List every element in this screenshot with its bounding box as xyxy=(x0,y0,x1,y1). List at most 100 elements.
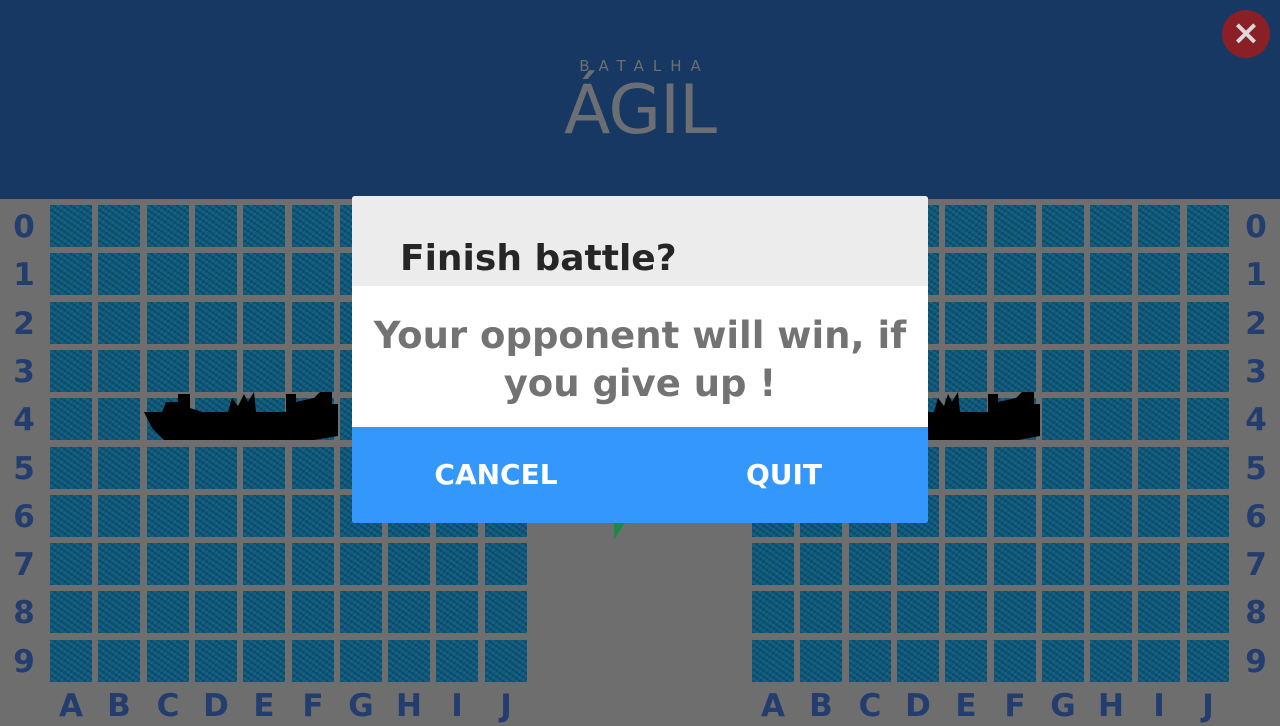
board-cell[interactable] xyxy=(98,398,140,440)
board-cell[interactable] xyxy=(1042,495,1084,537)
board-cell[interactable] xyxy=(147,495,189,537)
board-cell[interactable] xyxy=(1187,640,1229,682)
board-cell[interactable] xyxy=(50,302,92,344)
board-cell[interactable] xyxy=(243,495,285,537)
board-cell[interactable] xyxy=(752,640,794,682)
board-cell[interactable] xyxy=(1138,543,1180,585)
board-cell[interactable] xyxy=(195,640,237,682)
board-cell[interactable] xyxy=(1042,205,1084,247)
board-cell[interactable] xyxy=(147,447,189,489)
board-cell[interactable] xyxy=(195,447,237,489)
board-cell[interactable] xyxy=(292,640,334,682)
board-cell[interactable] xyxy=(195,495,237,537)
board-cell[interactable] xyxy=(897,543,939,585)
board-cell[interactable] xyxy=(195,350,237,392)
board-cell[interactable] xyxy=(1138,640,1180,682)
board-cell[interactable] xyxy=(388,543,430,585)
board-cell[interactable] xyxy=(98,591,140,633)
board-cell[interactable] xyxy=(195,253,237,295)
board-cell[interactable] xyxy=(752,543,794,585)
board-cell[interactable] xyxy=(292,302,334,344)
board-cell[interactable] xyxy=(50,350,92,392)
board-cell[interactable] xyxy=(1187,253,1229,295)
board-cell[interactable] xyxy=(1138,398,1180,440)
board-cell[interactable] xyxy=(195,543,237,585)
board-cell[interactable] xyxy=(340,640,382,682)
board-cell[interactable] xyxy=(1090,398,1132,440)
board-cell[interactable] xyxy=(1042,350,1084,392)
board-cell[interactable] xyxy=(1138,591,1180,633)
board-cell[interactable] xyxy=(50,640,92,682)
board-cell[interactable] xyxy=(98,447,140,489)
board-cell[interactable] xyxy=(945,447,987,489)
board-cell[interactable] xyxy=(195,591,237,633)
board-cell[interactable] xyxy=(147,302,189,344)
board-cell[interactable] xyxy=(1042,640,1084,682)
board-cell[interactable] xyxy=(1187,398,1229,440)
board-cell[interactable] xyxy=(1090,350,1132,392)
board-cell[interactable] xyxy=(800,591,842,633)
board-cell[interactable] xyxy=(292,495,334,537)
board-cell[interactable] xyxy=(945,205,987,247)
board-cell[interactable] xyxy=(1042,398,1084,440)
board-cell[interactable] xyxy=(340,591,382,633)
board-cell[interactable] xyxy=(50,398,92,440)
board-cell[interactable] xyxy=(98,302,140,344)
board-cell[interactable] xyxy=(1187,543,1229,585)
board-cell[interactable] xyxy=(485,591,527,633)
board-cell[interactable] xyxy=(994,302,1036,344)
board-cell[interactable] xyxy=(1187,591,1229,633)
board-cell[interactable] xyxy=(98,253,140,295)
board-cell[interactable] xyxy=(195,205,237,247)
board-cell[interactable] xyxy=(994,495,1036,537)
board-cell[interactable] xyxy=(849,591,891,633)
board-cell[interactable] xyxy=(292,591,334,633)
board-cell[interactable] xyxy=(994,543,1036,585)
board-cell[interactable] xyxy=(50,495,92,537)
board-cell[interactable] xyxy=(436,640,478,682)
board-cell[interactable] xyxy=(945,495,987,537)
board-cell[interactable] xyxy=(1138,350,1180,392)
board-cell[interactable] xyxy=(292,447,334,489)
board-cell[interactable] xyxy=(292,350,334,392)
board-cell[interactable] xyxy=(98,350,140,392)
board-cell[interactable] xyxy=(849,640,891,682)
board-cell[interactable] xyxy=(945,543,987,585)
board-cell[interactable] xyxy=(994,350,1036,392)
board-cell[interactable] xyxy=(1187,205,1229,247)
board-cell[interactable] xyxy=(436,591,478,633)
board-cell[interactable] xyxy=(1090,591,1132,633)
board-cell[interactable] xyxy=(485,543,527,585)
board-cell[interactable] xyxy=(945,350,987,392)
board-cell[interactable] xyxy=(1090,640,1132,682)
board-cell[interactable] xyxy=(147,350,189,392)
board-cell[interactable] xyxy=(243,302,285,344)
board-cell[interactable] xyxy=(1138,447,1180,489)
board-cell[interactable] xyxy=(50,591,92,633)
board-cell[interactable] xyxy=(243,591,285,633)
board-cell[interactable] xyxy=(243,205,285,247)
board-cell[interactable] xyxy=(1187,495,1229,537)
board-cell[interactable] xyxy=(340,543,382,585)
board-cell[interactable] xyxy=(243,253,285,295)
board-cell[interactable] xyxy=(1138,205,1180,247)
board-cell[interactable] xyxy=(1042,543,1084,585)
board-cell[interactable] xyxy=(147,591,189,633)
board-cell[interactable] xyxy=(388,640,430,682)
board-cell[interactable] xyxy=(1090,543,1132,585)
board-cell[interactable] xyxy=(147,253,189,295)
board-cell[interactable] xyxy=(1090,253,1132,295)
close-button[interactable]: × xyxy=(1222,10,1270,58)
board-cell[interactable] xyxy=(752,591,794,633)
board-cell[interactable] xyxy=(98,495,140,537)
quit-button[interactable]: QUIT xyxy=(640,427,928,523)
board-cell[interactable] xyxy=(485,640,527,682)
board-cell[interactable] xyxy=(1090,447,1132,489)
board-cell[interactable] xyxy=(1187,302,1229,344)
board-cell[interactable] xyxy=(994,591,1036,633)
board-cell[interactable] xyxy=(1090,205,1132,247)
board-cell[interactable] xyxy=(243,447,285,489)
board-cell[interactable] xyxy=(50,205,92,247)
board-cell[interactable] xyxy=(897,640,939,682)
board-cell[interactable] xyxy=(50,447,92,489)
